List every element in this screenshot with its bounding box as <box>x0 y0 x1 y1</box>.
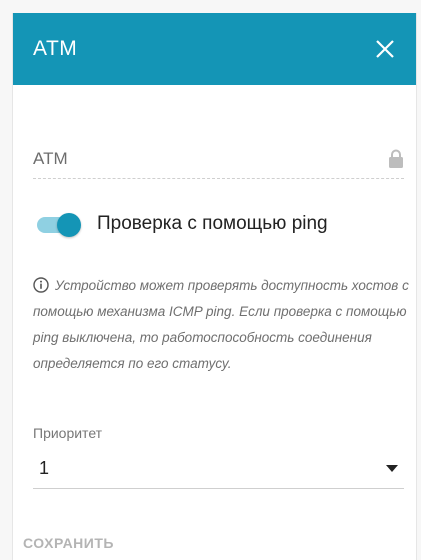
ping-check-label: Проверка с помощью ping <box>97 213 328 234</box>
atm-field: ATM <box>33 139 404 179</box>
dialog-title: ATM <box>33 37 78 60</box>
close-button[interactable] <box>372 36 398 62</box>
atm-dialog: ATM ATM Проверка с помощью ping Устройст… <box>12 13 417 560</box>
ping-check-toggle[interactable] <box>35 209 81 239</box>
priority-selected-value: 1 <box>39 458 50 478</box>
priority-select[interactable]: 1 <box>33 449 404 489</box>
page-background: ATM ATM Проверка с помощью ping Устройст… <box>0 0 421 560</box>
toggle-knob <box>57 213 81 237</box>
info-icon <box>33 277 49 293</box>
save-button[interactable]: СОХРАНИТЬ <box>23 535 114 551</box>
atm-field-value: ATM <box>33 148 68 168</box>
lock-icon <box>388 149 404 169</box>
ping-check-row: Проверка с помощью ping <box>35 209 328 239</box>
info-text: Устройство может проверять доступность х… <box>33 278 409 371</box>
close-icon <box>376 40 394 58</box>
priority-label: Приоритет <box>33 425 103 441</box>
info-note: Устройство может проверять доступность х… <box>33 273 411 377</box>
dialog-header: ATM <box>13 13 416 85</box>
chevron-down-icon <box>386 464 404 473</box>
